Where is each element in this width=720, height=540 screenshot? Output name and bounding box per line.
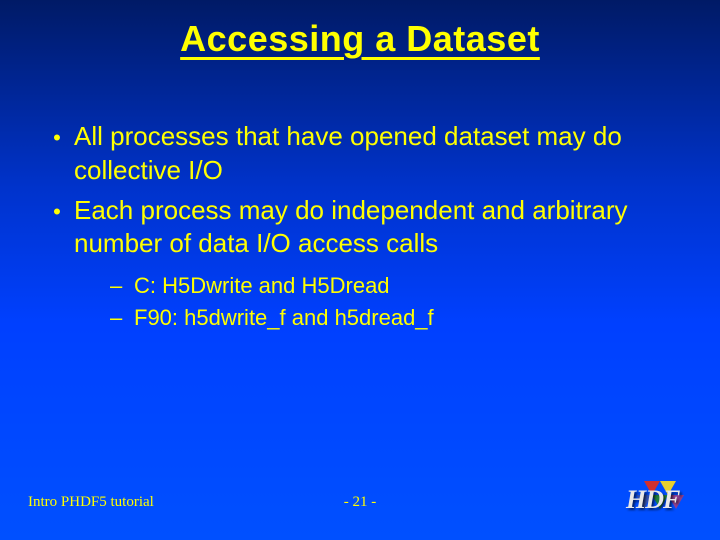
bullet-level1: • All processes that have opened dataset… (40, 120, 680, 188)
bullet-text: All processes that have opened dataset m… (74, 120, 680, 188)
bullet-dash-icon: – (110, 271, 134, 301)
bullet-text: F90: h5dwrite_f and h5dread_f (134, 303, 680, 333)
bullet-dot-icon: • (40, 194, 74, 227)
bullet-text: C: H5Dwrite and H5Dread (134, 271, 680, 301)
slide: Accessing a Dataset • All processes that… (0, 0, 720, 540)
footer-page-number: - 21 - (249, 494, 470, 511)
bullet-level1: • Each process may do independent and ar… (40, 194, 680, 262)
bullet-dot-icon: • (40, 120, 74, 153)
bullet-text: Each process may do independent and arbi… (74, 194, 680, 262)
hdf-logo-text: HDF (626, 485, 679, 515)
bullet-dash-icon: – (110, 303, 134, 333)
hdf-logo: HDF (624, 479, 692, 521)
sub-bullet-block: – C: H5Dwrite and H5Dread – F90: h5dwrit… (40, 271, 680, 332)
slide-title: Accessing a Dataset (0, 0, 720, 60)
footer-logo-area: HDF (471, 479, 692, 526)
slide-content: • All processes that have opened dataset… (0, 60, 720, 333)
bullet-level2: – C: H5Dwrite and H5Dread (40, 271, 680, 301)
bullet-level2: – F90: h5dwrite_f and h5dread_f (40, 303, 680, 333)
footer: Intro PHDF5 tutorial - 21 - HDF (0, 479, 720, 526)
footer-left-text: Intro PHDF5 tutorial (28, 494, 249, 511)
